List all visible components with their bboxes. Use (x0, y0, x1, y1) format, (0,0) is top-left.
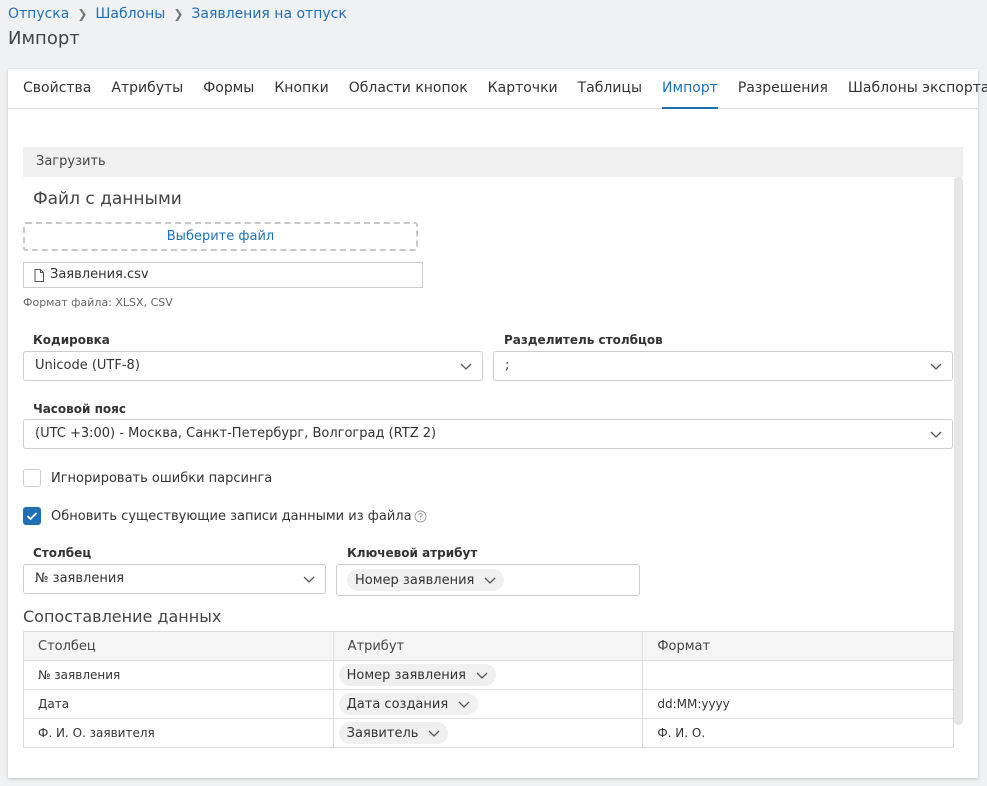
scrollbar[interactable] (954, 177, 963, 725)
tab-export-templates[interactable]: Шаблоны экспорта (848, 69, 987, 109)
encoding-select[interactable]: Unicode (UTF-8) (23, 351, 483, 381)
row-column: Ф. И. О. заявителя (23, 718, 334, 748)
tab-cards[interactable]: Карточки (488, 69, 558, 109)
file-icon (34, 268, 44, 282)
tab-permissions[interactable]: Разрешения (738, 69, 828, 109)
file-name: Заявления.csv (50, 267, 149, 282)
chevron-down-icon (484, 577, 496, 584)
header-attribute: Атрибут (332, 631, 644, 661)
breadcrumb-link-templates[interactable]: Шаблоны (95, 6, 165, 22)
row-attribute-cell: Заявитель (332, 718, 644, 748)
table-row: № заявления Номер заявления (23, 660, 954, 690)
column-select[interactable]: № заявления (23, 564, 326, 594)
checkmark-icon (26, 512, 38, 521)
row-format[interactable] (642, 660, 954, 690)
key-attribute-tag[interactable]: Номер заявления (347, 569, 505, 591)
header-format: Формат (642, 631, 954, 661)
tab-properties[interactable]: Свойства (23, 69, 91, 109)
update-records-label: Обновить существующие записи данными из … (51, 508, 412, 524)
upload-section-header[interactable]: Загрузить (23, 147, 963, 177)
file-format-hint: Формат файла: XLSX, CSV (23, 296, 173, 309)
attribute-value: Дата создания (346, 696, 449, 712)
attribute-value: Заявитель (346, 725, 419, 741)
key-attribute-select[interactable]: Номер заявления (336, 564, 640, 596)
tab-import[interactable]: Импорт (662, 69, 718, 109)
row-column: Дата (23, 689, 334, 719)
help-icon[interactable] (414, 510, 427, 523)
ignore-errors-checkbox[interactable] (23, 469, 41, 487)
tab-tables[interactable]: Таблицы (578, 69, 642, 109)
timezone-value: (UTC +3:00) - Москва, Санкт-Петербург, В… (35, 426, 437, 441)
row-column: № заявления (23, 660, 334, 690)
update-records-row[interactable]: Обновить существующие записи данными из … (23, 507, 427, 525)
key-attribute-value: Номер заявления (355, 572, 475, 588)
mapping-title: Сопоставление данных (23, 607, 222, 626)
encoding-label: Кодировка (33, 333, 110, 347)
column-value: № заявления (35, 571, 125, 586)
chevron-down-icon (930, 363, 942, 370)
mapping-table: Столбец Атрибут Формат № заявления Номер… (23, 631, 954, 748)
chevron-down-icon (476, 672, 488, 679)
chevron-right-icon: ❯ (173, 7, 184, 21)
main-card: Свойства Атрибуты Формы Кнопки Области к… (8, 69, 987, 778)
breadcrumb-link-vacation-requests[interactable]: Заявления на отпуск (191, 6, 346, 22)
breadcrumb: Отпуска ❯ Шаблоны ❯ Заявления на отпуск (8, 6, 347, 22)
key-attribute-label: Ключевой атрибут (347, 546, 478, 560)
chevron-down-icon (458, 701, 470, 708)
tab-button-areas[interactable]: Области кнопок (349, 69, 468, 109)
file-section-title: Файл с данными (33, 189, 182, 209)
tab-forms[interactable]: Формы (203, 69, 254, 109)
tab-attributes[interactable]: Атрибуты (111, 69, 183, 109)
table-row: Дата Дата создания dd:MM:yyyy (23, 689, 954, 719)
breadcrumb-link-vacations[interactable]: Отпуска (8, 6, 69, 22)
ignore-errors-row[interactable]: Игнорировать ошибки парсинга (23, 469, 272, 487)
chevron-down-icon (428, 730, 440, 737)
page-title: Импорт (8, 28, 80, 49)
chevron-down-icon (303, 576, 315, 583)
column-label: Столбец (33, 546, 92, 560)
row-attribute-cell: Дата создания (332, 689, 644, 719)
chevron-down-icon (460, 363, 472, 370)
attribute-dropdown[interactable]: Заявитель (338, 722, 449, 744)
attribute-dropdown[interactable]: Дата создания (338, 693, 479, 715)
row-format[interactable]: dd:MM:yyyy (642, 689, 954, 719)
attribute-value: Номер заявления (346, 667, 466, 683)
update-records-checkbox[interactable] (23, 507, 41, 525)
table-row: Ф. И. О. заявителя Заявитель Ф. И. О. (23, 718, 954, 748)
header-column: Столбец (23, 631, 334, 661)
chevron-right-icon: ❯ (77, 7, 88, 21)
table-header-row: Столбец Атрибут Формат (23, 631, 954, 661)
selected-file: Заявления.csv (23, 262, 423, 288)
separator-value: ; (505, 358, 510, 373)
row-format[interactable]: Ф. И. О. (642, 718, 954, 748)
tab-bar: Свойства Атрибуты Формы Кнопки Области к… (8, 69, 987, 109)
encoding-value: Unicode (UTF-8) (35, 358, 140, 373)
choose-file-button[interactable]: Выберите файл (23, 222, 418, 251)
timezone-select[interactable]: (UTC +3:00) - Москва, Санкт-Петербург, В… (23, 419, 953, 449)
row-attribute-cell: Номер заявления (332, 660, 644, 690)
timezone-label: Часовой пояс (33, 402, 126, 416)
ignore-errors-label: Игнорировать ошибки парсинга (51, 470, 273, 486)
separator-select[interactable]: ; (493, 351, 953, 381)
tab-buttons[interactable]: Кнопки (274, 69, 328, 109)
attribute-dropdown[interactable]: Номер заявления (338, 664, 496, 686)
chevron-down-icon (930, 431, 942, 438)
separator-label: Разделитель столбцов (504, 333, 663, 347)
